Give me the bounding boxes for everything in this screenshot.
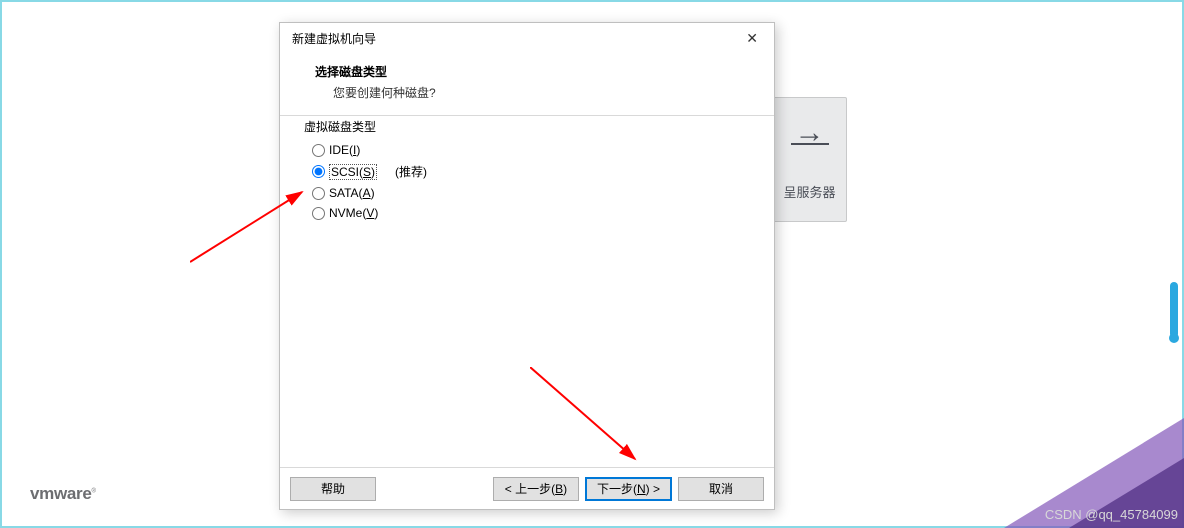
vmware-logo: vmware® (30, 484, 96, 504)
dialog-header-subtitle: 您要创建何种磁盘? (333, 84, 754, 101)
help-button[interactable]: 帮助 (290, 477, 376, 501)
radio-nvme-input[interactable] (312, 207, 325, 220)
recommend-label: (推荐) (395, 163, 427, 180)
scroll-thumb[interactable] (1170, 282, 1178, 338)
back-button[interactable]: < 上一步(B) (493, 477, 579, 501)
radio-scsi-input[interactable] (312, 165, 325, 178)
radio-sata-input[interactable] (312, 187, 325, 200)
radio-ide-label: IDE(I) (329, 143, 360, 157)
dialog-body: 虚拟磁盘类型 IDE(I) SCSI(S) (推荐) SATA(A) NVMe (280, 116, 774, 467)
bg-card-label: 呈服务器 (783, 182, 835, 201)
dialog-header-title: 选择磁盘类型 (315, 63, 754, 80)
radio-nvme[interactable]: NVMe(V) (310, 203, 744, 223)
radio-scsi-label: SCSI(S) (329, 164, 377, 180)
radio-sata[interactable]: SATA(A) (310, 183, 744, 203)
next-button[interactable]: 下一步(N) > (585, 477, 672, 501)
dialog-footer: 帮助 < 上一步(B) 下一步(N) > 取消 (280, 467, 774, 509)
radio-scsi[interactable]: SCSI(S) (推荐) (310, 160, 744, 183)
close-icon[interactable]: ✕ (738, 26, 766, 51)
disk-type-group: 虚拟磁盘类型 IDE(I) SCSI(S) (推荐) SATA(A) NVMe (298, 126, 756, 233)
cancel-button[interactable]: 取消 (678, 477, 764, 501)
csdn-watermark: CSDN @qq_45784099 (1045, 507, 1178, 522)
underline-icon (791, 143, 829, 145)
radio-nvme-label: NVMe(V) (329, 206, 378, 220)
bg-remote-server-card: → 呈服务器 (772, 97, 847, 222)
dialog-title: 新建虚拟机向导 (292, 30, 376, 47)
radio-sata-label: SATA(A) (329, 186, 375, 200)
dialog-titlebar[interactable]: 新建虚拟机向导 ✕ (280, 23, 774, 53)
radio-ide[interactable]: IDE(I) (310, 140, 744, 160)
radio-ide-input[interactable] (312, 144, 325, 157)
group-title: 虚拟磁盘类型 (302, 118, 378, 135)
dialog-header: 选择磁盘类型 您要创建何种磁盘? (280, 53, 774, 116)
new-vm-wizard-dialog: 新建虚拟机向导 ✕ 选择磁盘类型 您要创建何种磁盘? 虚拟磁盘类型 IDE(I)… (279, 22, 775, 510)
